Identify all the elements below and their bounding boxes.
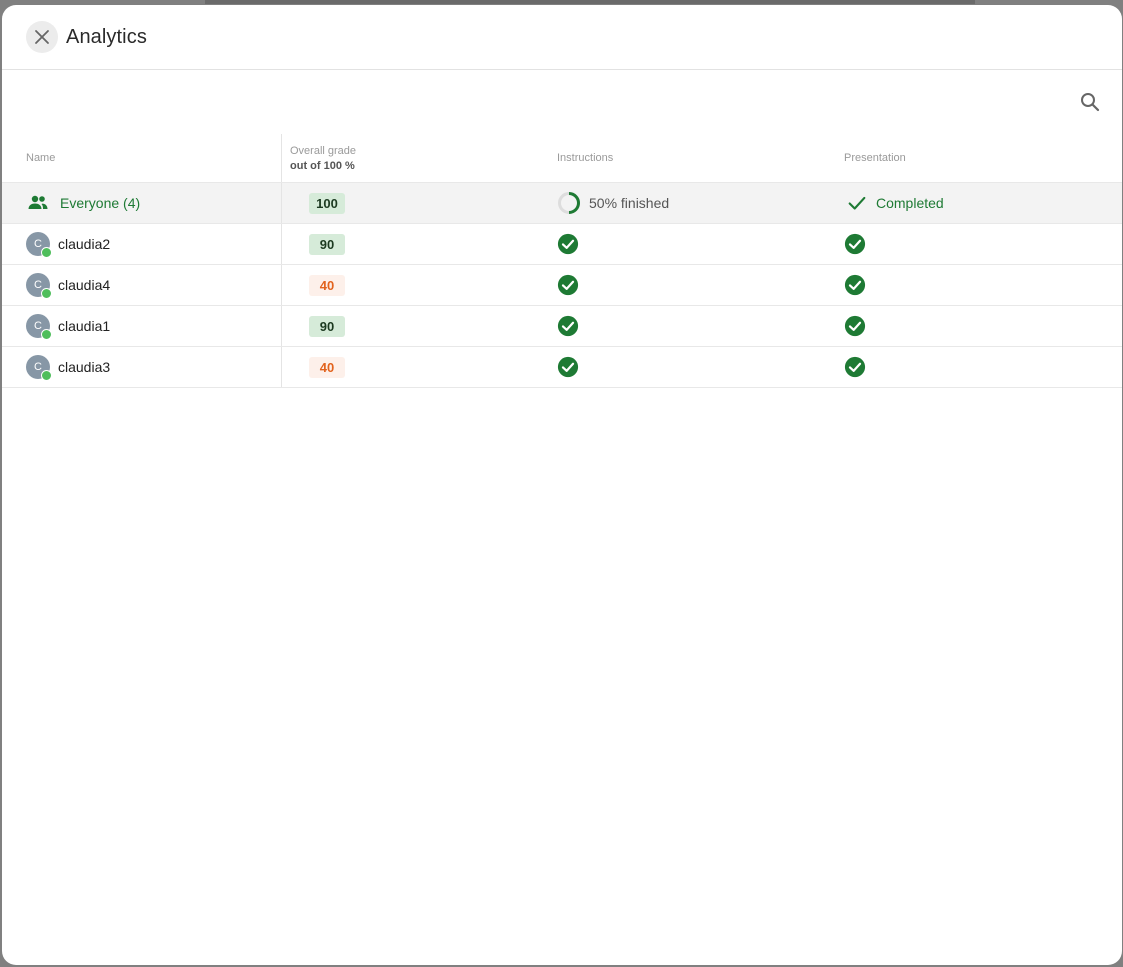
summary-grade-cell: 100 [282,183,549,223]
close-icon [35,30,49,44]
online-status-dot [41,329,52,340]
column-header-instructions[interactable]: Instructions [549,134,836,182]
grade-badge: 100 [309,192,345,214]
student-name-cell: C claudia2 [2,224,282,264]
online-status-dot [41,288,52,299]
student-name-cell: C claudia4 [2,265,282,305]
toolbar [2,70,1122,134]
instructions-cell [549,265,836,305]
student-name: claudia3 [58,359,111,375]
check-circle-icon [557,274,579,296]
avatar: C [26,273,52,299]
grade-badge: 90 [309,315,345,337]
online-status-dot [41,247,52,258]
presentation-cell [836,306,1122,346]
avatar: C [26,232,52,258]
check-icon [848,196,866,210]
grade-cell: 40 [282,265,549,305]
search-button[interactable] [1078,90,1102,114]
grade-cell: 90 [282,306,549,346]
check-circle-icon [844,315,866,337]
table-row[interactable]: C claudia4 40 [2,265,1122,306]
group-icon [26,191,50,215]
presentation-cell [836,347,1122,387]
presentation-cell [836,265,1122,305]
check-circle-icon [557,356,579,378]
grade-cell: 40 [282,347,549,387]
avatar: C [26,314,52,340]
instructions-cell [549,224,836,264]
summary-row[interactable]: Everyone (4) 100 50% finished Completed [2,183,1122,224]
student-name-cell: C claudia1 [2,306,282,346]
close-button[interactable] [26,21,58,53]
instructions-cell [549,306,836,346]
summary-label: Everyone (4) [60,195,141,211]
instructions-progress-text: 50% finished [589,195,670,211]
student-name: claudia4 [58,277,111,293]
presentation-cell [836,224,1122,264]
student-name-cell: C claudia3 [2,347,282,387]
grade-badge: 40 [309,274,345,296]
progress-ring-icon [558,192,580,214]
analytics-dialog: Analytics Name Overall grade out of 100 … [2,5,1122,965]
table-row[interactable]: C claudia2 90 [2,224,1122,265]
dialog-header: Analytics [2,5,1122,70]
grade-badge: 90 [309,233,345,255]
table-header: Name Overall grade out of 100 % Instruct… [2,134,1122,183]
grade-cell: 90 [282,224,549,264]
check-circle-icon [844,274,866,296]
search-icon [1081,93,1100,112]
analytics-table: Name Overall grade out of 100 % Instruct… [2,134,1122,388]
check-circle-icon [844,356,866,378]
student-name: claudia2 [58,236,111,252]
column-header-name[interactable]: Name [2,134,282,182]
check-circle-icon [557,315,579,337]
online-status-dot [41,370,52,381]
check-circle-icon [557,233,579,255]
summary-name-cell: Everyone (4) [2,183,282,223]
page-title: Analytics [66,25,147,48]
table-row[interactable]: C claudia1 90 [2,306,1122,347]
check-circle-icon [844,233,866,255]
column-header-grade[interactable]: Overall grade out of 100 % [282,134,549,182]
student-name: claudia1 [58,318,111,334]
grade-badge: 40 [309,356,345,378]
table-row[interactable]: C claudia3 40 [2,347,1122,388]
grade-scale-label: out of 100 % [290,159,355,172]
column-header-presentation[interactable]: Presentation [836,134,1122,182]
summary-presentation-cell: Completed [836,183,1122,223]
avatar: C [26,355,52,381]
summary-instructions-cell: 50% finished [549,183,836,223]
instructions-cell [549,347,836,387]
presentation-status-text: Completed [876,195,944,211]
backdrop [205,0,975,4]
